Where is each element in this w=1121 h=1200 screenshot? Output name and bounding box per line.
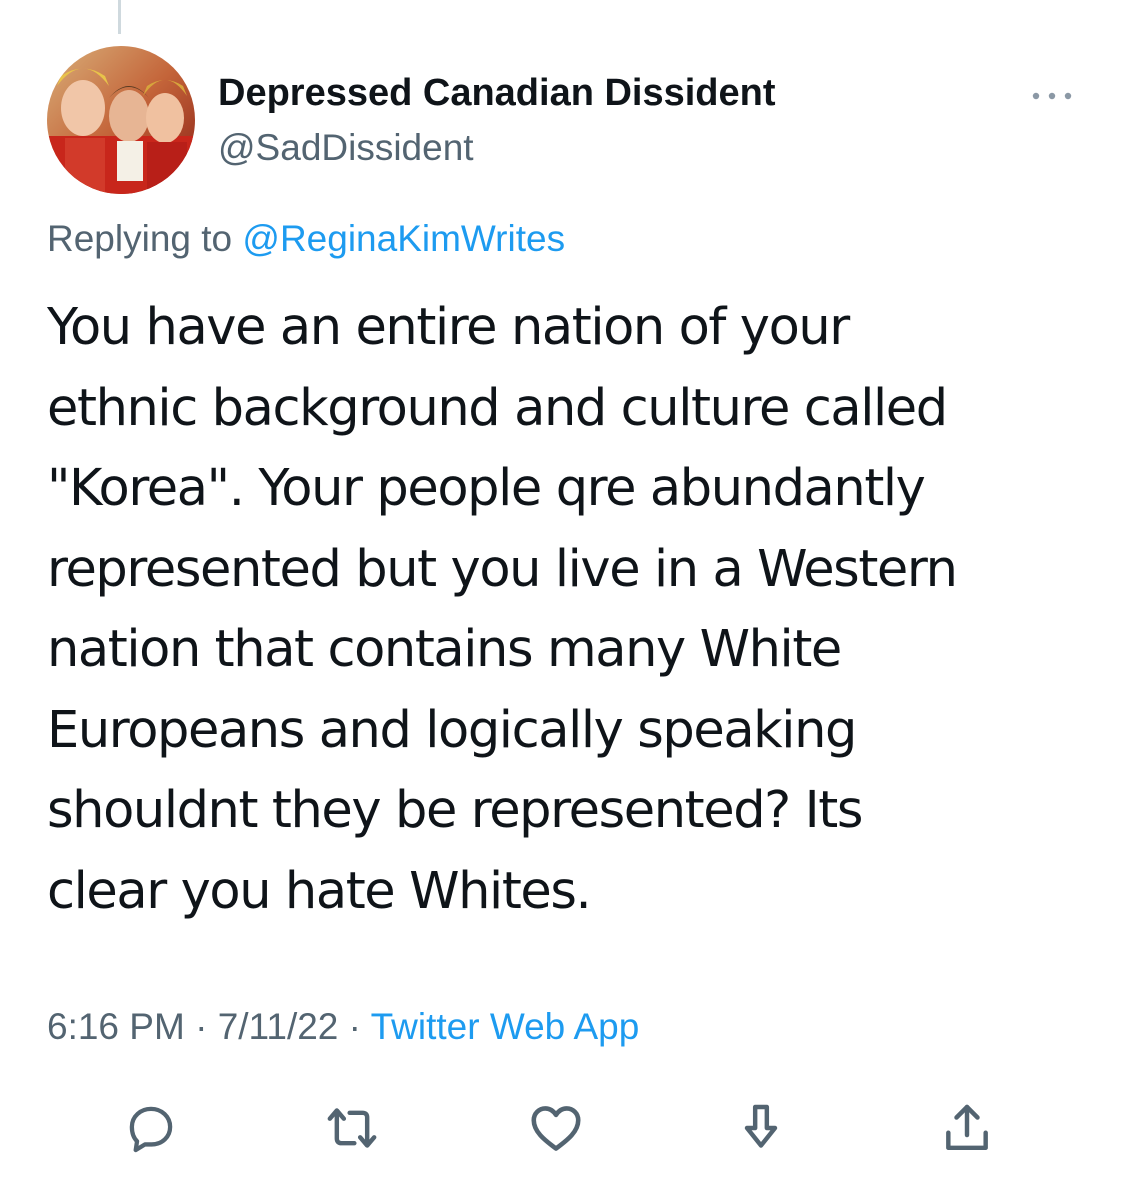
- thread-connector-line: [118, 0, 121, 34]
- tweet-source-link[interactable]: Twitter Web App: [371, 1006, 640, 1047]
- retweet-icon: [327, 1108, 377, 1148]
- tweet-metadata: 6:16 PM · 7/11/22 · Twitter Web App: [47, 1006, 639, 1048]
- tweet-body-text: You have an entire nation of your ethnic…: [47, 298, 958, 921]
- bookmark-icon: [744, 1104, 778, 1148]
- author-handle[interactable]: @SadDissident: [218, 127, 474, 169]
- reply-button[interactable]: [121, 1098, 181, 1158]
- replying-to-label: Replying to: [47, 218, 243, 259]
- meta-separator: ·: [338, 1006, 371, 1047]
- more-options-icon[interactable]: [1030, 84, 1074, 108]
- tweet-action-bar: [0, 1098, 1121, 1158]
- bookmark-button[interactable]: [731, 1098, 791, 1158]
- tweet-time[interactable]: 6:16 PM: [47, 1006, 185, 1047]
- avatar[interactable]: [47, 46, 195, 194]
- like-icon: [531, 1106, 581, 1151]
- replying-to-line: Replying to @ReginaKimWrites: [47, 218, 565, 260]
- tweet-date[interactable]: 7/11/22: [218, 1006, 339, 1047]
- reply-icon: [129, 1106, 173, 1153]
- meta-separator: ·: [184, 1006, 218, 1047]
- author-display-name[interactable]: Depressed Canadian Dissident: [218, 72, 776, 115]
- share-button[interactable]: [937, 1098, 997, 1158]
- replying-to-mention-link[interactable]: @ReginaKimWrites: [242, 218, 565, 259]
- avatar-image: [47, 46, 195, 194]
- share-icon: [946, 1104, 988, 1151]
- like-button[interactable]: [526, 1098, 586, 1158]
- retweet-button[interactable]: [322, 1098, 382, 1158]
